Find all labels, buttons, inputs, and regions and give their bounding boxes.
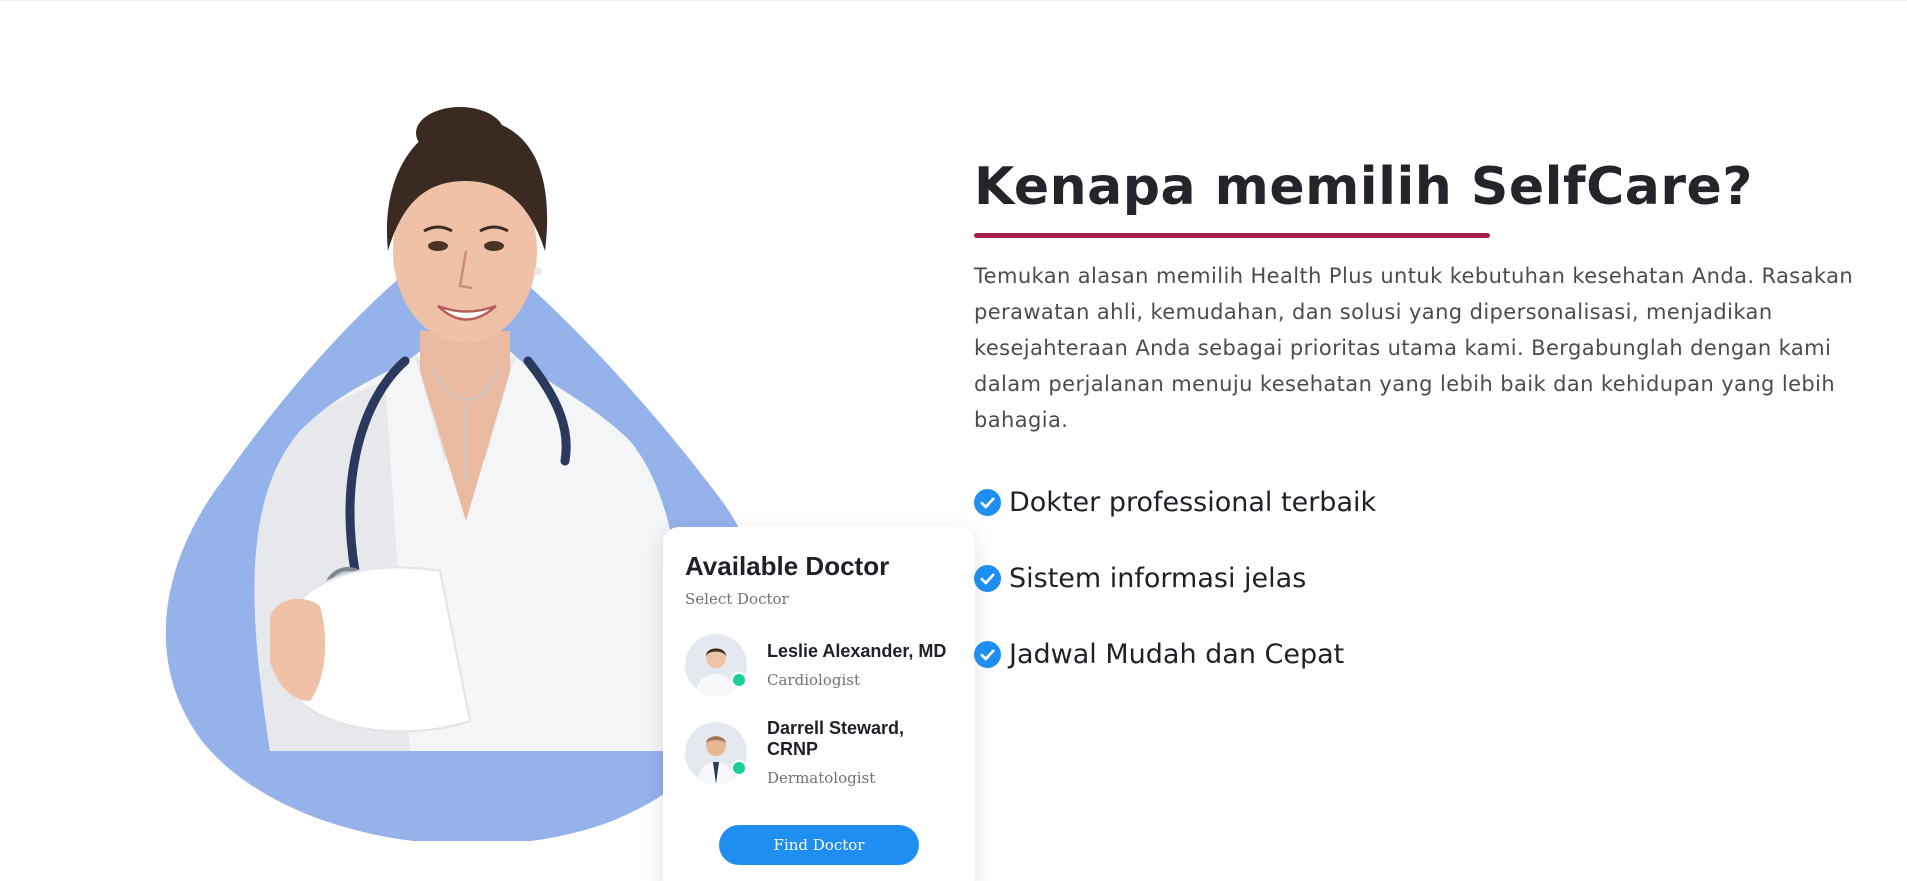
why-selfcare-section: Available Doctor Select Doctor Leslie Al… — [0, 0, 1907, 881]
section-description: Temukan alasan memilih Health Plus untuk… — [974, 264, 1854, 432]
doctor-figure-image — [254, 107, 684, 751]
doctor-specialty: Cardiologist — [767, 671, 860, 689]
feature-label: Sistem informasi jelas — [1009, 562, 1307, 594]
feature-label: Dokter professional terbaik — [1009, 486, 1377, 518]
check-circle-icon — [974, 488, 1001, 516]
doctor-list-item[interactable]: Leslie Alexander, MD Cardiologist — [685, 634, 953, 696]
doctor-specialty: Dermatologist — [767, 769, 876, 787]
check-circle-icon — [974, 564, 1001, 592]
feature-list: Dokter professional terbaik Sistem infor… — [974, 482, 1864, 674]
section-title: Kenapa memilih SelfCare? — [974, 157, 1753, 217]
doctor-avatar — [685, 721, 747, 784]
available-doctor-card: Available Doctor Select Doctor Leslie Al… — [663, 527, 975, 881]
feature-label: Jadwal Mudah dan Cepat — [1009, 638, 1345, 670]
doctor-list-item[interactable]: Darrell Steward, CRNP Dermatologist — [685, 718, 953, 787]
doctor-name: Darrell Steward, CRNP — [767, 718, 905, 759]
why-selfcare-content: Kenapa memilih SelfCare? Temukan alasan … — [974, 153, 1864, 710]
card-title: Available Doctor — [685, 551, 890, 581]
card-subtitle: Select Doctor — [685, 590, 789, 608]
hero-illustration: Available Doctor Select Doctor Leslie Al… — [150, 101, 975, 881]
online-status-dot — [731, 759, 747, 776]
doctor-name: Leslie Alexander, MD — [767, 641, 947, 661]
online-status-dot — [731, 672, 747, 688]
feature-item: Dokter professional terbaik — [974, 482, 1864, 522]
feature-item: Sistem informasi jelas — [974, 558, 1864, 598]
doctor-avatar — [685, 634, 747, 696]
check-circle-icon — [974, 640, 1001, 668]
find-doctor-button[interactable]: Find Doctor — [719, 825, 919, 865]
feature-item: Jadwal Mudah dan Cepat — [974, 634, 1864, 674]
title-underline-divider — [974, 233, 1490, 238]
doctor-photo — [210, 101, 690, 751]
